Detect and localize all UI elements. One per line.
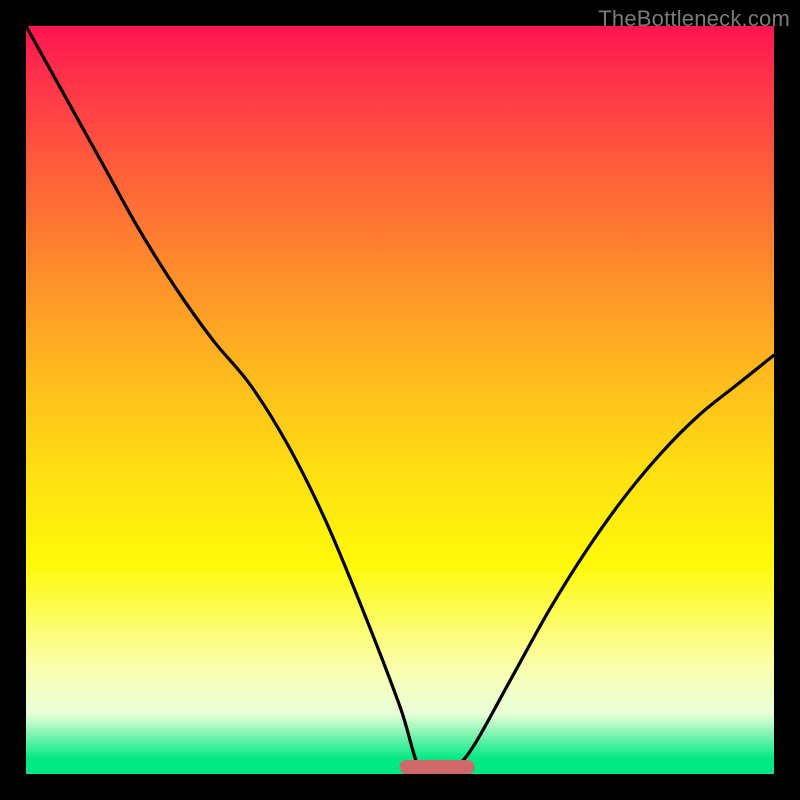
chart-frame: TheBottleneck.com <box>0 0 800 800</box>
watermark-text: TheBottleneck.com <box>598 6 790 32</box>
optimal-range-indicator <box>400 760 475 774</box>
plot-area <box>26 26 774 774</box>
bottleneck-curve <box>26 26 774 774</box>
